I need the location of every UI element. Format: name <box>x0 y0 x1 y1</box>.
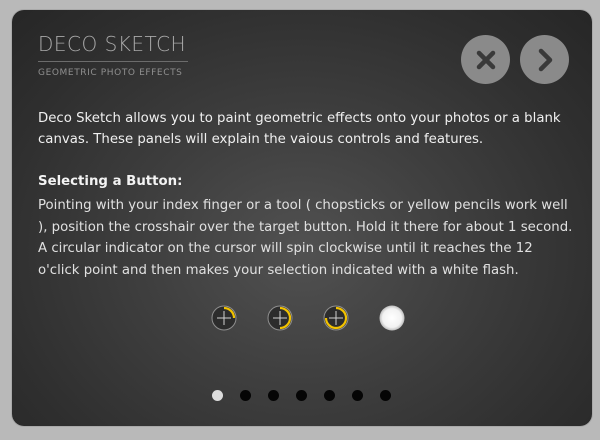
app-title: DECO SKETCH <box>38 32 187 56</box>
close-icon <box>476 50 495 69</box>
page-dot[interactable] <box>268 390 279 401</box>
page-indicator <box>12 390 592 402</box>
app-subtitle: GEOMETRIC PHOTO EFFECTS <box>38 68 183 78</box>
crosshair-progress-icon <box>267 305 293 331</box>
page-dot[interactable] <box>240 390 251 401</box>
next-button[interactable] <box>520 35 569 84</box>
crosshair-progress-icon <box>323 305 349 331</box>
white-flash-icon <box>379 305 405 331</box>
page-dot[interactable] <box>380 390 391 401</box>
crosshair-progress-icon <box>211 305 237 331</box>
page-dot[interactable] <box>352 390 363 401</box>
brand-header: DECO SKETCH GEOMETRIC PHOTO EFFECTS <box>38 34 188 78</box>
page-dot-active[interactable] <box>212 390 223 401</box>
section-body-text: Pointing with your index finger or a too… <box>38 198 573 278</box>
chevron-right-icon <box>538 48 552 71</box>
section-heading: Selecting a Button: <box>38 174 183 189</box>
close-button[interactable] <box>461 35 510 84</box>
selection-indicator-sequence <box>12 305 592 335</box>
intro-text: Deco Sketch allows you to paint geometri… <box>38 111 561 147</box>
page-dot[interactable] <box>296 390 307 401</box>
title-divider <box>38 61 188 62</box>
page-dot[interactable] <box>324 390 335 401</box>
tutorial-panel: DECO SKETCH GEOMETRIC PHOTO EFFECTS Deco… <box>12 10 592 426</box>
